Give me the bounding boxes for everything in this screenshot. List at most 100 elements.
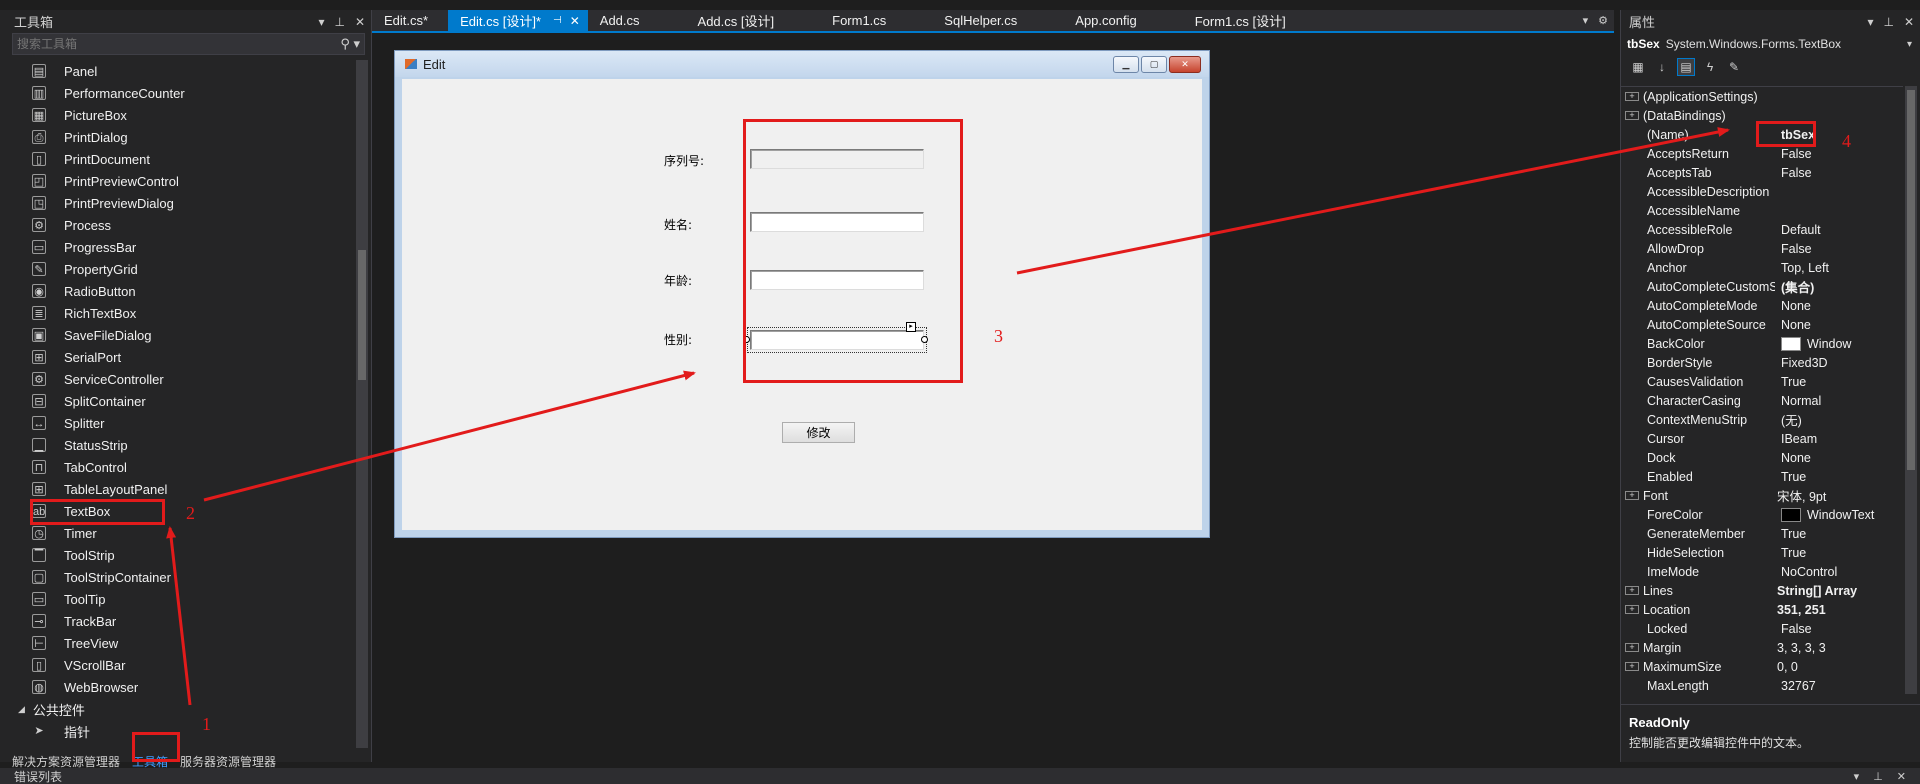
alphabetical-icon[interactable]: ↓ xyxy=(1653,58,1671,76)
designer-form-window[interactable]: Edit ▁ ▢ ✕ 序列号: 姓名: 年龄: 性别: ▸ 修改 xyxy=(394,50,1210,538)
property-row[interactable]: AutoCompleteMode None xyxy=(1621,296,1903,315)
close-icon[interactable]: ✕ xyxy=(1897,770,1906,783)
property-value[interactable]: Window xyxy=(1775,336,1903,351)
sex-textbox[interactable] xyxy=(747,327,927,353)
property-row[interactable]: ForeColor WindowText xyxy=(1621,505,1903,524)
property-row[interactable]: MaxLength 32767 xyxy=(1621,676,1903,694)
modify-button[interactable]: 修改 xyxy=(782,422,855,443)
property-value[interactable]: False xyxy=(1775,147,1903,161)
property-row[interactable]: AccessibleDescription xyxy=(1621,182,1903,201)
toolbox-item-savefiledialog[interactable]: ▣ SaveFileDialog xyxy=(0,324,354,346)
toolbox-item-textbox[interactable]: ab TextBox xyxy=(0,500,354,522)
name-textbox[interactable] xyxy=(750,212,924,232)
property-row[interactable]: AccessibleName xyxy=(1621,201,1903,220)
property-value[interactable]: 0, 0 xyxy=(1771,660,1903,674)
object-selector[interactable]: tbSex System.Windows.Forms.TextBox ▾ xyxy=(1621,33,1920,55)
property-row[interactable]: AllowDrop False xyxy=(1621,239,1903,258)
toolbox-item-tooltip[interactable]: ▭ ToolTip xyxy=(0,588,354,610)
age-textbox[interactable] xyxy=(750,270,924,290)
smart-tag-icon[interactable]: ▸ xyxy=(906,322,916,332)
tab-edit-designer[interactable]: Edit.cs [设计]* ⊣ ✕ xyxy=(448,10,588,31)
property-value[interactable]: tbSex xyxy=(1775,128,1903,142)
property-value[interactable]: None xyxy=(1775,451,1903,465)
toolbox-item-printdocument[interactable]: ▯ PrintDocument xyxy=(0,148,354,170)
property-row[interactable]: Locked False xyxy=(1621,619,1903,638)
dropdown-icon[interactable]: ▾ xyxy=(318,15,324,29)
property-value[interactable]: True xyxy=(1775,527,1903,541)
property-row[interactable]: AcceptsTab False xyxy=(1621,163,1903,182)
toolbox-item-richtextbox[interactable]: ≣ RichTextBox xyxy=(0,302,354,324)
property-row[interactable]: BackColor Window xyxy=(1621,334,1903,353)
tab-add-cs[interactable]: Add.cs xyxy=(588,10,686,31)
chevron-down-icon[interactable]: ▾ xyxy=(1907,39,1912,50)
property-row[interactable]: + Location 351, 251 xyxy=(1621,600,1903,619)
property-row[interactable]: BorderStyle Fixed3D xyxy=(1621,353,1903,372)
property-value[interactable]: 32767 xyxy=(1775,679,1903,693)
toolbox-item-process[interactable]: ⚙ Process xyxy=(0,214,354,236)
events-icon[interactable]: ϟ xyxy=(1701,58,1719,76)
close-icon[interactable]: ✕ xyxy=(355,15,365,29)
property-value[interactable]: None xyxy=(1775,318,1903,332)
property-row[interactable]: + Lines String[] Array xyxy=(1621,581,1903,600)
toolbox-item-toolstrip[interactable]: ▔ ToolStrip xyxy=(0,544,354,566)
property-value[interactable]: False xyxy=(1775,166,1903,180)
property-row[interactable]: + MaximumSize 0, 0 xyxy=(1621,657,1903,676)
form-client-area[interactable]: 序列号: 姓名: 年龄: 性别: ▸ 修改 xyxy=(402,79,1202,530)
property-value[interactable]: False xyxy=(1775,242,1903,256)
toolbox-item-pointer[interactable]: ➤ 指针 xyxy=(0,720,354,742)
property-row[interactable]: Anchor Top, Left xyxy=(1621,258,1903,277)
toolbox-scroll-thumb[interactable] xyxy=(358,250,366,380)
expand-icon[interactable]: + xyxy=(1625,586,1639,595)
pin-icon[interactable]: ⊣ xyxy=(553,15,562,26)
property-value[interactable]: 351, 251 xyxy=(1771,603,1903,617)
toolbox-item-progressbar[interactable]: ▭ ProgressBar xyxy=(0,236,354,258)
tab-form1-designer[interactable]: Form1.cs [设计] xyxy=(1183,10,1306,31)
property-pages-icon[interactable]: ✎ xyxy=(1725,58,1743,76)
minimize-icon[interactable]: ▁ xyxy=(1113,55,1139,73)
gear-icon[interactable]: ⚙ xyxy=(1598,14,1608,27)
resize-handle-right[interactable] xyxy=(921,336,928,343)
property-value[interactable]: String[] Array xyxy=(1771,584,1903,598)
tab-sqlhelper-cs[interactable]: SqlHelper.cs xyxy=(932,10,1063,31)
toolbox-group-common[interactable]: ◢ 公共控件 xyxy=(0,698,354,720)
property-value[interactable]: (无) xyxy=(1775,410,1903,429)
tab-overflow-icon[interactable]: ▾ xyxy=(1583,14,1589,27)
toolbox-item-propertygrid[interactable]: ✎ PropertyGrid xyxy=(0,258,354,280)
property-value[interactable]: Normal xyxy=(1775,394,1903,408)
expand-icon[interactable]: + xyxy=(1625,643,1639,652)
toolbox-item-servicecontroller[interactable]: ⚙ ServiceController xyxy=(0,368,354,390)
property-value[interactable]: NoControl xyxy=(1775,565,1903,579)
property-row[interactable]: CharacterCasing Normal xyxy=(1621,391,1903,410)
error-list-bar[interactable]: 错误列表 ▾ ⊥ ✕ xyxy=(0,768,1920,784)
toolbox-item-tablelayoutpanel[interactable]: ⊞ TableLayoutPanel xyxy=(0,478,354,500)
close-icon[interactable]: ✕ xyxy=(1904,15,1914,29)
property-row[interactable]: AutoCompleteCustomSource (集合) xyxy=(1621,277,1903,296)
toolbox-item-picturebox[interactable]: ▦ PictureBox xyxy=(0,104,354,126)
property-row[interactable]: + Font 宋体, 9pt xyxy=(1621,486,1903,505)
property-value[interactable]: True xyxy=(1775,470,1903,484)
close-icon[interactable]: ✕ xyxy=(1169,55,1201,73)
pin-icon[interactable]: ⊥ xyxy=(1883,15,1893,29)
toolbox-item-printdialog[interactable]: ⎙ PrintDialog xyxy=(0,126,354,148)
toolbox-item-vscrollbar[interactable]: ▯ VScrollBar xyxy=(0,654,354,676)
property-row[interactable]: CausesValidation True xyxy=(1621,372,1903,391)
property-value[interactable]: WindowText xyxy=(1775,507,1903,522)
toolbox-item-performancecounter[interactable]: ▥ PerformanceCounter xyxy=(0,82,354,104)
property-value[interactable]: False xyxy=(1775,622,1903,636)
dropdown-icon[interactable]: ▾ xyxy=(1854,770,1860,783)
property-value[interactable]: True xyxy=(1775,546,1903,560)
property-value[interactable]: IBeam xyxy=(1775,432,1903,446)
toolbox-item-panel[interactable]: ▤ Panel xyxy=(0,60,354,82)
toolbox-item-printpreviewdialog[interactable]: ◳ PrintPreviewDialog xyxy=(0,192,354,214)
property-row[interactable]: + Margin 3, 3, 3, 3 xyxy=(1621,638,1903,657)
categorized-icon[interactable]: ▦ xyxy=(1629,58,1647,76)
properties-scrollbar[interactable] xyxy=(1905,86,1917,694)
tab-add-designer[interactable]: Add.cs [设计] xyxy=(686,10,821,31)
property-row[interactable]: + (ApplicationSettings) xyxy=(1621,87,1903,106)
toolbox-item-tabcontrol[interactable]: ⊓ TabControl xyxy=(0,456,354,478)
toolbox-item-statusstrip[interactable]: ▁ StatusStrip xyxy=(0,434,354,456)
property-value[interactable]: (集合) xyxy=(1775,277,1903,296)
property-row[interactable]: ImeMode NoControl xyxy=(1621,562,1903,581)
toolbox-item-splitter[interactable]: ↔ Splitter xyxy=(0,412,354,434)
toolbox-item-trackbar[interactable]: ⊸ TrackBar xyxy=(0,610,354,632)
